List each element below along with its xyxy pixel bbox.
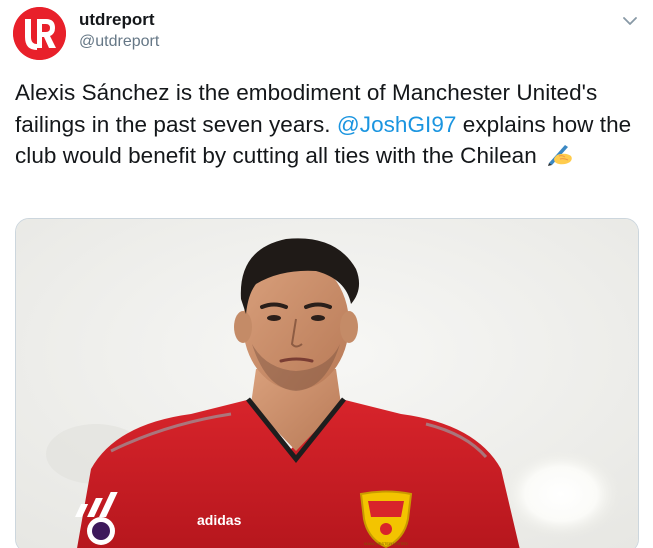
user-display-name[interactable]: utdreport — [79, 10, 155, 30]
tweet-text: Alexis Sánchez is the embodiment of Manc… — [15, 77, 640, 172]
kit-brand-label: adidas — [197, 512, 242, 528]
chevron-down-icon[interactable] — [619, 12, 641, 30]
user-handle[interactable]: @utdreport — [79, 33, 159, 51]
writing-hand-icon — [545, 142, 575, 166]
mention-link[interactable]: @JoshGI97 — [337, 112, 457, 137]
avatar[interactable] — [13, 7, 66, 60]
crest-label: MANCHESTER UNITED — [364, 541, 408, 546]
media-card[interactable]: adidas MANCHESTER UNITED — [15, 218, 639, 548]
player-photo-image: adidas MANCHESTER UNITED — [16, 219, 638, 548]
utdreport-logo-icon — [13, 7, 66, 60]
